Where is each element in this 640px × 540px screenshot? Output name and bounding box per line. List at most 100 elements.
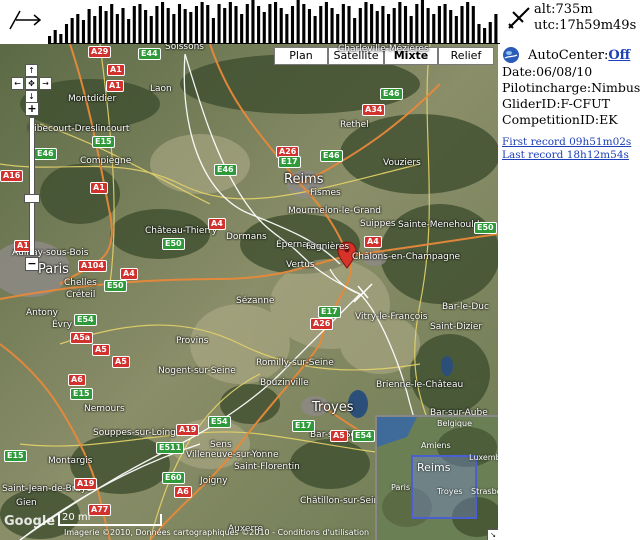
altitude-bar [477,24,481,44]
scale-label: 20 mi [62,512,91,523]
overview-town-label: Strasbo [471,487,498,496]
road-shield: E44 [138,48,161,60]
road-shield: A16 [0,170,24,182]
pan-center-icon[interactable]: ✥ [25,77,38,90]
altitude-bar [245,4,249,44]
town-label: Vouziers [383,158,421,168]
zoom-out-button[interactable]: − [25,257,39,271]
altitude-profile-chart[interactable] [48,0,500,44]
altitude-bar [64,24,69,44]
altitude-bar [104,11,108,44]
town-label: Bar-le-Duc [442,302,489,312]
map-type-relief-button[interactable]: Relief [438,47,494,65]
road-shield: A19 [74,478,98,490]
town-label: Chelles [64,278,97,288]
altitude-bar [426,8,430,44]
town-label: Antony [26,308,58,318]
last-record-link[interactable]: Last record 18h12m54s [502,149,629,161]
altitude-bar [206,5,210,44]
town-label: Laon [150,84,172,94]
altitude-bar [313,16,317,44]
town-label: Saint-Dizier [430,322,483,332]
altitude-bar [449,10,453,44]
road-shield: A1 [106,80,124,92]
autocenter-toggle-link[interactable]: Off [608,48,630,63]
pan-up-icon[interactable]: ↑ [25,64,38,77]
altitude-bar [234,6,238,44]
town-label: Charleville-Mézières [338,44,429,54]
town-label: Soissons [165,44,204,52]
altitude-bar [149,16,153,44]
town-label: Dormans [226,232,267,242]
town-label: Rethel [340,120,369,130]
overview-toggle-icon[interactable]: ↘ [487,529,498,540]
road-shield: A4 [208,218,226,230]
town-label: Vitry-le-François [355,312,428,322]
copyright-text[interactable]: Imagerie ©2010, Données cartographiques … [64,528,369,537]
altitude-bar [483,28,487,44]
altitude-bar [262,12,266,44]
pan-right-icon[interactable]: → [39,77,52,90]
altitude-bar [460,6,464,44]
altitude-bar [76,14,80,44]
town-label: Romilly-sur-Seine [256,358,334,368]
road-shield: A4 [364,236,382,248]
pan-left-icon[interactable]: ← [11,77,24,90]
road-shield: E46 [214,164,237,176]
altitude-bar [228,2,232,44]
overview-map[interactable]: Belgique Amiens Luxembou Reims Paris Tro… [375,415,498,540]
altitude-bar [177,4,182,44]
zoom-in-button[interactable]: + [25,102,39,116]
town-label: Sainte-Menehould [398,220,480,230]
altitude-bar [127,19,131,44]
altitude-bar [381,6,385,44]
zoom-slider-track[interactable] [29,117,35,256]
altitude-strip: alt:735m utc:17h59m49s [0,0,640,44]
road-shield: A5 [112,356,130,368]
road-shield: E46 [34,148,57,160]
road-shield: A34 [362,104,386,116]
map-type-plan-button[interactable]: Plan [274,47,328,65]
first-record-link[interactable]: First record 09h51m02s [502,136,631,148]
road-shield: A26 [310,318,334,330]
altitude-bar [488,22,492,44]
road-shield: A29 [88,46,112,58]
altitude-bar [392,8,396,44]
road-shield: A5 [92,344,110,356]
town-label: Compiegne [80,156,132,166]
road-shield: E54 [74,314,97,326]
road-shield: A5 [330,430,348,442]
road-shield: A19 [176,424,200,436]
road-shield: E17 [318,306,341,318]
autocenter-row: AutoCenter:Off [528,48,630,63]
altitude-bar [353,18,357,44]
altitude-bar [81,20,86,44]
altitude-bar [336,14,340,44]
google-logo[interactable]: Google [4,514,55,529]
road-shield: E15 [70,388,93,400]
pilot-in-charge: Pilotincharge:Nimbus 3d [502,80,640,95]
road-shield: A6 [174,486,192,498]
altitude-bar [268,4,272,44]
altitude-bar [161,2,165,44]
road-shield: E50 [104,280,127,292]
altitude-bar [87,9,91,44]
altitude-bar [48,36,52,44]
altitude-bar [364,2,368,44]
zoom-slider-thumb[interactable] [24,194,40,203]
arrow-right-icon[interactable] [6,7,46,33]
altitude-bar [155,6,159,44]
road-shield: A5a [70,332,94,344]
satellite-map[interactable]: Plan Satellite Mixte Relief Soissons Cha… [0,44,498,540]
road-shield: E46 [380,88,403,100]
altitude-bar [257,6,261,44]
town-label: Château-Thierry [145,226,218,236]
altitude-bar [53,30,57,44]
road-shield: E511 [156,442,185,454]
town-label: Sézanne [236,296,275,306]
town-label: Gien [16,498,37,508]
altitude-bar [194,6,199,44]
altitude-bar [341,4,345,44]
altitude-bar [415,4,419,44]
town-label: Montdidier [68,94,117,104]
